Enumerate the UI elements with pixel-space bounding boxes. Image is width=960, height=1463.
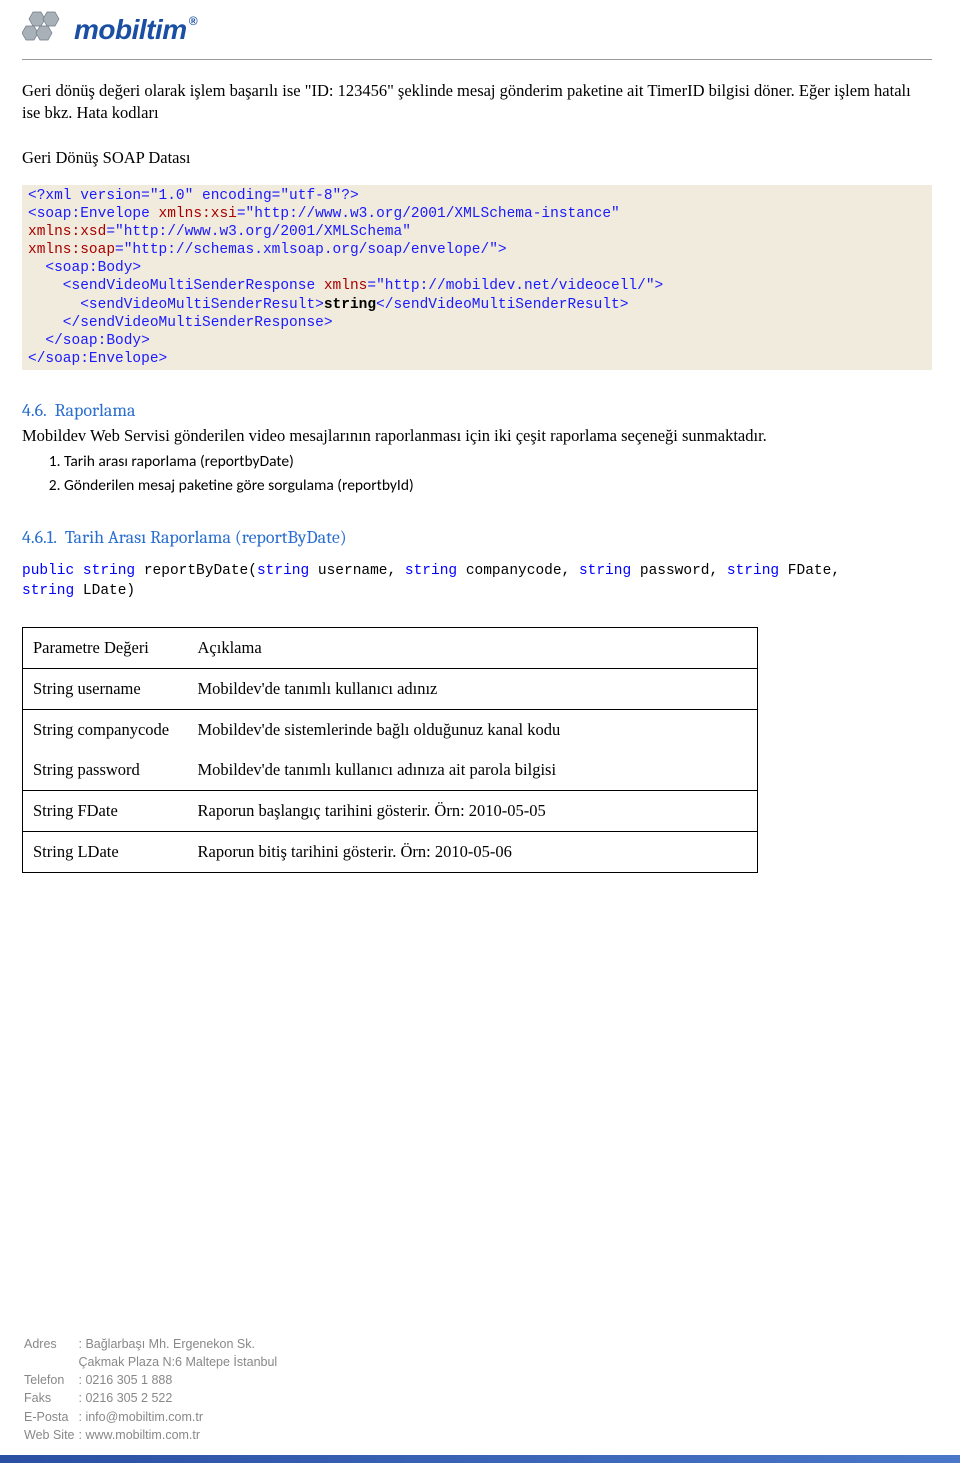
report-options-list: Tarih arası raporlama (reportbyDate) Gön… bbox=[64, 451, 932, 497]
table-row: String password Mobildev'de tanımlı kull… bbox=[23, 750, 758, 791]
param-name: String LDate bbox=[23, 832, 188, 873]
param-name: String companycode bbox=[23, 710, 188, 751]
heading-4-6: 4.6. Raporlama bbox=[22, 400, 932, 421]
parameter-table: Parametre Değeri Açıklama String usernam… bbox=[22, 627, 758, 873]
logo-text: mobiltim® bbox=[74, 14, 197, 46]
param-name: String password bbox=[23, 750, 188, 791]
table-row: String companycode Mobildev'de sistemler… bbox=[23, 710, 758, 751]
method-signature: public string reportByDate(string userna… bbox=[22, 562, 932, 601]
table-row: String username Mobildev'de tanımlı kull… bbox=[23, 669, 758, 710]
soap-response-code: <?xml version="1.0" encoding="utf-8"?> <… bbox=[22, 185, 932, 370]
param-desc: Mobildev'de tanımlı kullanıcı adınıza ai… bbox=[188, 750, 758, 791]
param-name: String username bbox=[23, 669, 188, 710]
param-desc: Mobildev'de sistemlerinde bağlı olduğunu… bbox=[188, 710, 758, 751]
intro-paragraph: Geri dönüş değeri olarak işlem başarılı … bbox=[22, 80, 932, 125]
table-header-row: Parametre Değeri Açıklama bbox=[23, 628, 758, 669]
footer-accent-bar bbox=[0, 1455, 960, 1463]
param-desc: Mobildev'de tanımlı kullanıcı adınız bbox=[188, 669, 758, 710]
page-footer: Adres: Bağlarbaşı Mh. Ergenekon Sk. Çakm… bbox=[22, 1334, 281, 1446]
hex-logo-icon bbox=[22, 10, 66, 50]
param-desc: Raporun başlangıç tarihini gösterir. Örn… bbox=[188, 791, 758, 832]
section-4-6-text: Mobildev Web Servisi gönderilen video me… bbox=[22, 425, 932, 447]
table-header-cell: Parametre Değeri bbox=[23, 628, 188, 669]
document-header: mobiltim® bbox=[22, 0, 932, 60]
heading-4-6-1: 4.6.1. Tarih Arası Raporlama (reportByDa… bbox=[22, 527, 932, 548]
list-item: Gönderilen mesaj paketine göre sorgulama… bbox=[64, 475, 932, 497]
table-row: String LDate Raporun bitiş tarihini göst… bbox=[23, 832, 758, 873]
param-desc: Raporun bitiş tarihini gösterir. Örn: 20… bbox=[188, 832, 758, 873]
table-header-cell: Açıklama bbox=[188, 628, 758, 669]
param-name: String FDate bbox=[23, 791, 188, 832]
table-row: String FDate Raporun başlangıç tarihini … bbox=[23, 791, 758, 832]
soap-response-heading: Geri Dönüş SOAP Datası bbox=[22, 147, 932, 169]
list-item: Tarih arası raporlama (reportbyDate) bbox=[64, 451, 932, 473]
